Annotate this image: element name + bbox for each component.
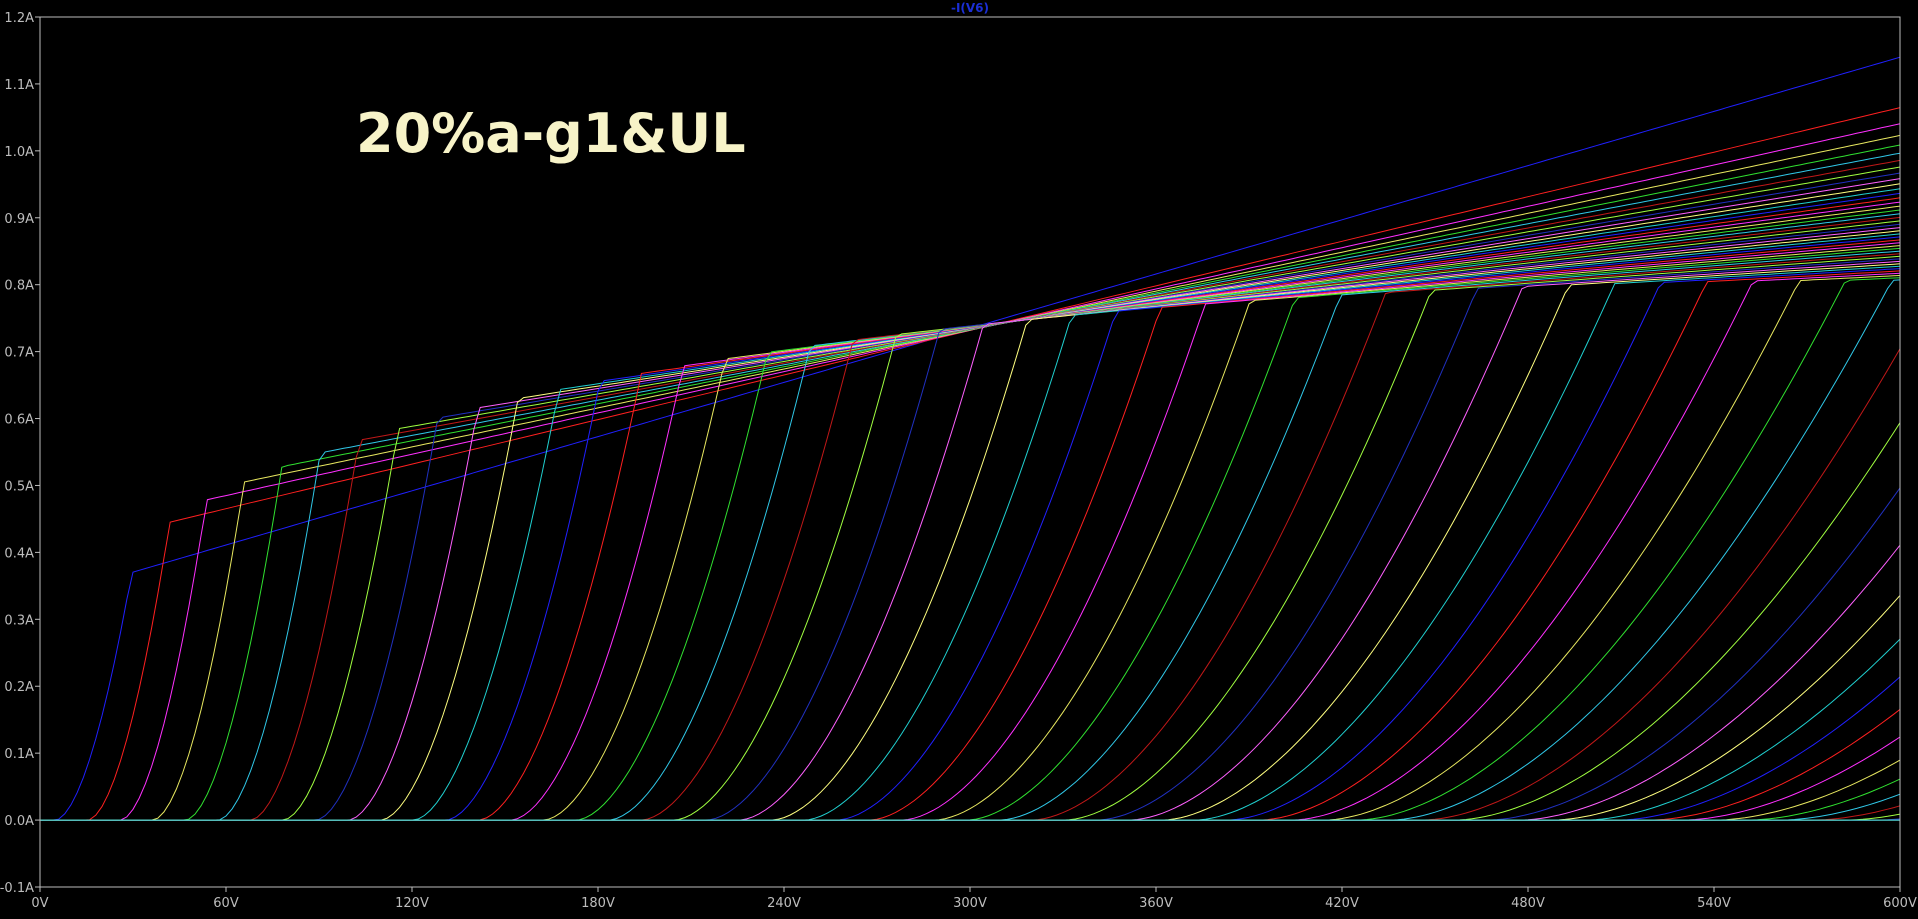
trace-curve xyxy=(40,270,1901,821)
x-tick-label: 240V xyxy=(767,896,801,911)
y-tick-label: 0.1A xyxy=(4,747,34,762)
trace-curve xyxy=(40,247,1901,821)
y-tick-label: 0.8A xyxy=(4,279,34,294)
trace-curve xyxy=(40,107,1901,821)
y-axis: -0.1A 0.0A 0.1A 0.2A 0.3A 0.4A 0.5A 0.6A 0.7A 0.8… xyxy=(0,11,40,896)
trace-curve xyxy=(40,255,1901,821)
plot-window: -0.1A 0.0A 0.1A 0.2A 0.3A 0.4A 0.5A 0.6A 0.7A 0.8… xyxy=(0,0,1918,914)
trace-curve xyxy=(40,201,1901,821)
trace-curve xyxy=(40,676,1901,821)
trace-curve xyxy=(40,595,1901,821)
trace-curve xyxy=(40,209,1901,821)
trace-curve xyxy=(40,275,1901,821)
trace-curve xyxy=(40,250,1901,821)
x-tick-label: 60V xyxy=(213,896,239,911)
trace-curve xyxy=(40,236,1901,821)
trace-curve xyxy=(40,268,1901,821)
trace-curve xyxy=(40,197,1901,821)
trace-curve xyxy=(40,123,1901,821)
x-tick-label: 600V xyxy=(1883,896,1917,911)
y-tick-label: 1.0A xyxy=(4,145,34,160)
x-tick-label: 420V xyxy=(1325,896,1359,911)
x-tick-label: 120V xyxy=(395,896,429,911)
trace-curve xyxy=(40,277,1901,821)
traces-group xyxy=(40,56,1901,821)
trace-curve xyxy=(40,272,1901,821)
trace-curve xyxy=(40,230,1901,821)
y-tick-label: 0.6A xyxy=(4,413,34,428)
trace-curve xyxy=(40,227,1901,821)
trace-curve xyxy=(40,265,1901,821)
trace-curve xyxy=(40,778,1901,821)
x-tick-label: 180V xyxy=(581,896,615,911)
y-tick-label: 1.1A xyxy=(4,78,34,93)
x-tick-label: 540V xyxy=(1697,896,1731,911)
trace-curve xyxy=(40,205,1901,821)
y-tick-label: 0.3A xyxy=(4,613,34,628)
trace-curve xyxy=(40,183,1901,821)
trace-curve xyxy=(40,544,1901,821)
trace-curve xyxy=(40,258,1901,821)
trace-curve xyxy=(40,805,1901,821)
x-tick-label: 300V xyxy=(953,896,987,911)
y-tick-label: 0.2A xyxy=(4,680,34,695)
trace-curve xyxy=(40,216,1901,821)
trace-curve xyxy=(40,220,1901,821)
trace-curve xyxy=(40,263,1901,821)
x-tick-label: 0V xyxy=(31,896,48,911)
trace-curve xyxy=(40,172,1901,821)
y-tick-label: 0.5A xyxy=(4,479,34,494)
trace-curve xyxy=(40,213,1901,821)
y-tick-label: 0.4A xyxy=(4,546,34,561)
trace-curve xyxy=(40,422,1901,821)
plot-frame xyxy=(39,16,1901,888)
x-tick-label: 480V xyxy=(1511,896,1545,911)
trace-curve xyxy=(40,279,1901,821)
trace-curve xyxy=(40,709,1901,821)
y-tick-label: 1.2A xyxy=(4,11,34,26)
trace-curve xyxy=(40,56,1901,821)
x-tick-label: 360V xyxy=(1139,896,1173,911)
trace-title[interactable]: -I(V6) xyxy=(951,1,989,15)
plot-area: -0.1A 0.0A 0.1A 0.2A 0.3A 0.4A 0.5A 0.6A 0.7A 0.8… xyxy=(0,1,1917,911)
trace-curve xyxy=(40,134,1901,821)
trace-curve xyxy=(40,253,1901,821)
trace-curve xyxy=(40,260,1901,821)
trace-curve xyxy=(40,233,1901,821)
trace-curve xyxy=(40,192,1901,821)
y-tick-label: 0.9A xyxy=(4,212,34,227)
y-tick-label: 0.7A xyxy=(4,346,34,361)
plot-annotation: 20%a-g1&UL xyxy=(356,102,746,165)
trace-curve xyxy=(40,245,1901,821)
y-tick-label: -0.1A xyxy=(0,881,34,896)
x-axis: 0V 60V 120V 180V 240V 300V 360V 420V 480V 540V 600… xyxy=(31,887,1917,911)
y-tick-label: 0.0A xyxy=(4,814,34,829)
